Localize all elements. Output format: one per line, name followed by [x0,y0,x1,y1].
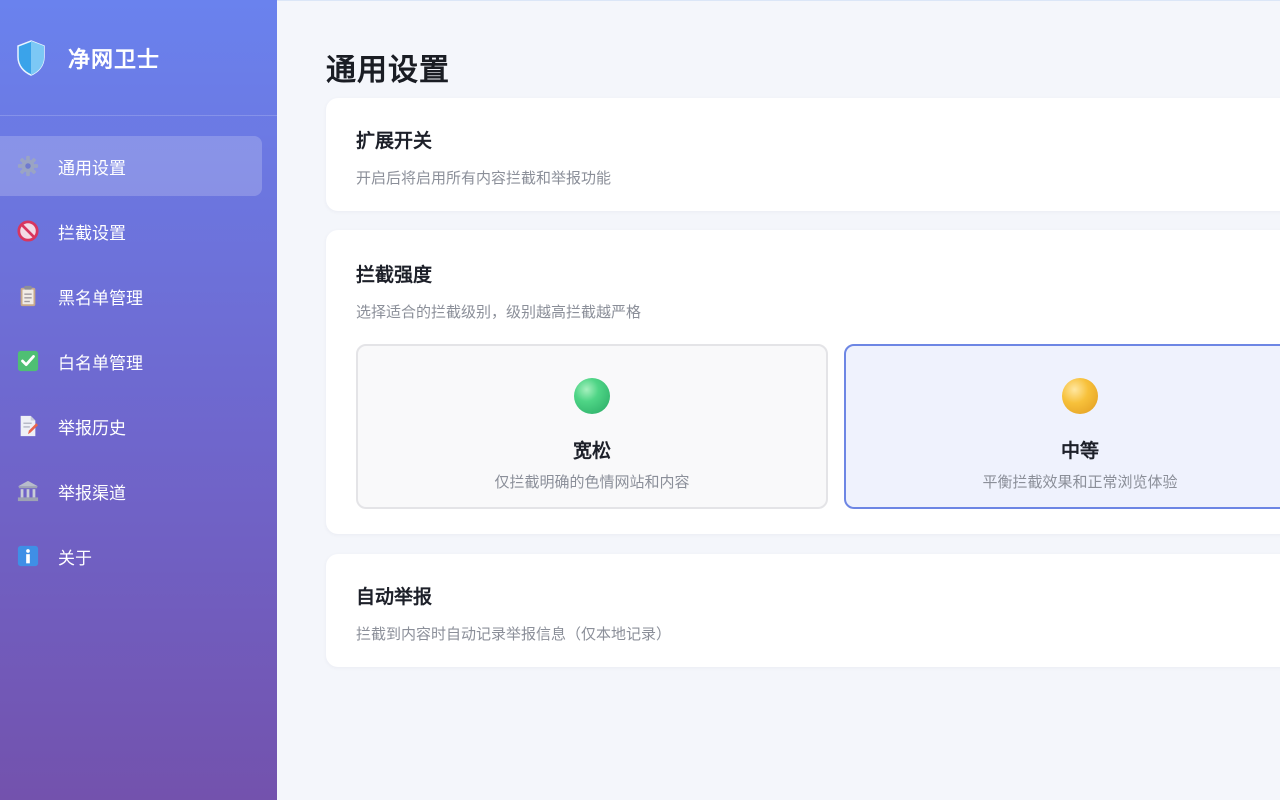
sidebar-item-label: 通用设置 [58,158,126,179]
card-title: 拦截强度 [356,264,433,286]
strength-level-options: 宽松 仅拦截明确的色情网站和内容 中等 平衡拦截效果和正常浏览体验 [356,344,1280,509]
sidebar-item-blacklist[interactable]: 黑名单管理 [0,266,262,326]
sidebar-item-label: 举报历史 [58,418,126,439]
sidebar-item-label: 拦截设置 [58,223,126,244]
gear-icon [16,154,40,178]
app-window: 净网卫士 通用设置 拦截设置 黑名单管理 白名单管理 举报历史 举报渠道 关于 … [0,0,1280,800]
sidebar-item-general-settings[interactable]: 通用设置 [0,136,262,196]
sidebar-item-block-settings[interactable]: 拦截设置 [0,201,262,261]
level-option-loose[interactable]: 宽松 仅拦截明确的色情网站和内容 [356,344,828,509]
shield-icon [16,39,46,76]
checkbox-icon [16,349,40,373]
sidebar-item-label: 黑名单管理 [58,288,143,309]
card-description: 开启后将启用所有内容拦截和举报功能 [356,169,612,187]
prohibited-icon [16,219,40,243]
level-name: 中等 [1060,440,1099,462]
sidebar: 净网卫士 通用设置 拦截设置 黑名单管理 白名单管理 举报历史 举报渠道 关于 [0,0,277,800]
document-pen-icon [16,414,40,438]
sidebar-item-label: 白名单管理 [58,353,143,374]
sidebar-item-about[interactable]: 关于 [0,526,262,586]
block-strength-card: 拦截强度 选择适合的拦截级别，级别越高拦截越严格 宽松 仅拦截明确的色情网站和内… [326,230,1280,534]
card-description: 选择适合的拦截级别，级别越高拦截越严格 [356,303,642,321]
level-description: 平衡拦截效果和正常浏览体验 [982,473,1178,491]
sidebar-item-report-channels[interactable]: 举报渠道 [0,461,262,521]
brand: 净网卫士 [0,0,277,116]
level-description: 仅拦截明确的色情网站和内容 [494,473,690,491]
level-name: 宽松 [572,440,611,462]
bank-icon [16,479,40,503]
sidebar-item-whitelist[interactable]: 白名单管理 [0,331,262,391]
card-description: 拦截到内容时自动记录举报信息（仅本地记录） [356,625,672,643]
page-title: 通用设置 [326,53,450,88]
auto-report-card: 自动举报 拦截到内容时自动记录举报信息（仅本地记录） [326,554,1280,667]
yellow-dot-icon [1062,378,1098,414]
app-name: 净网卫士 [68,47,161,73]
sidebar-item-report-history[interactable]: 举报历史 [0,396,262,456]
main-content: 通用设置 扩展开关 开启后将启用所有内容拦截和举报功能 拦截强度 选择适合的拦截… [277,0,1280,800]
sidebar-nav: 通用设置 拦截设置 黑名单管理 白名单管理 举报历史 举报渠道 关于 [0,116,277,586]
green-dot-icon [574,378,610,414]
info-icon [16,544,40,568]
card-title: 自动举报 [356,586,433,608]
level-option-medium[interactable]: 中等 平衡拦截效果和正常浏览体验 [844,344,1280,509]
sidebar-item-label: 关于 [58,548,92,569]
card-title: 扩展开关 [356,130,433,152]
clipboard-icon [16,284,40,308]
extension-switch-card: 扩展开关 开启后将启用所有内容拦截和举报功能 [326,98,1280,211]
sidebar-item-label: 举报渠道 [58,483,126,504]
